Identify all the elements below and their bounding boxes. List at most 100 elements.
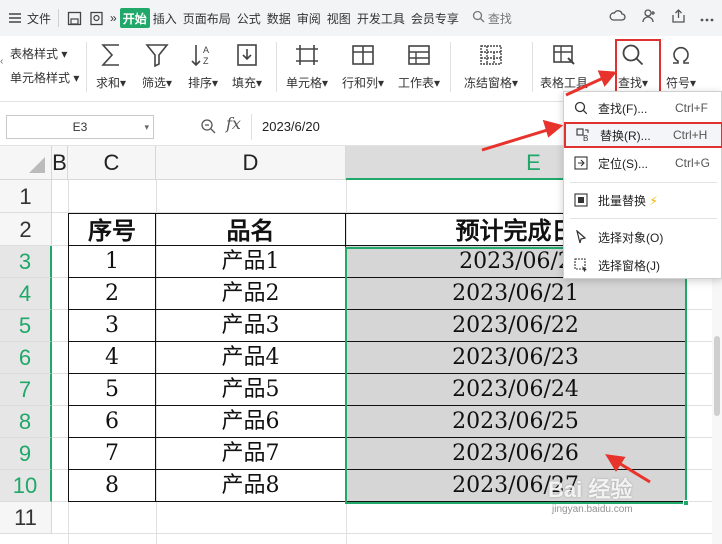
omega-icon: [664, 38, 698, 72]
watermark-brand: Bai 经验: [548, 477, 633, 502]
cell-c7[interactable]: 5: [68, 374, 156, 406]
menu-icon: [7, 10, 23, 26]
menu-item-selection-pane[interactable]: 选择窗格(J): [564, 252, 722, 278]
formula-input[interactable]: 2023/6/20: [251, 114, 571, 140]
menu-item-label: 替换(R)...: [600, 128, 651, 143]
cell-d8[interactable]: 产品6: [156, 406, 346, 438]
hamburger-menu-button[interactable]: 文件: [4, 0, 54, 36]
header-cell-c[interactable]: 序号: [68, 213, 156, 246]
scrollbar-thumb[interactable]: [714, 336, 720, 416]
sheet-button[interactable]: 工作表▾: [398, 38, 440, 98]
menu-item-replace[interactable]: B 替换(R)... Ctrl+H: [564, 122, 722, 148]
chevron-down-icon: ▾: [61, 47, 68, 61]
cell-c3[interactable]: 1: [68, 246, 156, 278]
row-header-8[interactable]: 8: [0, 406, 52, 438]
row-header-1[interactable]: 1: [0, 180, 52, 213]
cell-c9[interactable]: 7: [68, 438, 156, 470]
menu-item-goto[interactable]: 定位(S)... Ctrl+G: [564, 150, 722, 176]
table-style-button[interactable]: 表格样式 ▾: [0, 42, 84, 66]
row-header-10[interactable]: 10: [0, 470, 52, 502]
cell-d7[interactable]: 产品5: [156, 374, 346, 406]
table-tools-button[interactable]: 表格工具: [540, 38, 588, 98]
freeze-panes-button[interactable]: 冻结窗格▾: [464, 38, 518, 98]
row-header-5[interactable]: 5: [0, 310, 52, 342]
cell-c10[interactable]: 8: [68, 470, 156, 502]
tab-home[interactable]: 开始: [119, 8, 150, 28]
tab-data[interactable]: 数据: [264, 0, 294, 36]
cell-d9[interactable]: 产品7: [156, 438, 346, 470]
cell-c5[interactable]: 3: [68, 310, 156, 342]
row-header-3[interactable]: 3: [0, 246, 52, 278]
row-header-11[interactable]: 11: [0, 502, 52, 534]
row-header-7[interactable]: 7: [0, 374, 52, 406]
cell-d5[interactable]: 产品3: [156, 310, 346, 342]
column-header-d[interactable]: D: [156, 146, 346, 180]
chevron-down-icon: ▾: [144, 122, 149, 132]
filter-button[interactable]: 筛选▾: [140, 38, 174, 98]
menu-search[interactable]: 查找: [472, 10, 512, 27]
column-header-b[interactable]: B: [52, 146, 68, 180]
tab-insert[interactable]: 插入: [150, 0, 180, 36]
tab-page-layout[interactable]: 页面布局: [180, 0, 234, 36]
cell-d10[interactable]: 产品8: [156, 470, 346, 502]
cell-e10[interactable]: 2023/06/27: [346, 470, 686, 502]
find-dropdown-menu: 查找(F)... Ctrl+F B 替换(R)... Ctrl+H 定位(S).…: [563, 91, 722, 279]
search-icon: [472, 10, 485, 26]
tab-view[interactable]: 视图: [324, 0, 354, 36]
tab-formula[interactable]: 公式: [234, 0, 264, 36]
cell-c4[interactable]: 2: [68, 278, 156, 310]
column-header-c[interactable]: C: [68, 146, 156, 180]
row-header-9[interactable]: 9: [0, 438, 52, 470]
row-header-6[interactable]: 6: [0, 342, 52, 374]
cell-e6[interactable]: 2023/06/23: [346, 342, 686, 374]
row-col-icon: [346, 38, 380, 72]
cell-e7[interactable]: 2023/06/24: [346, 374, 686, 406]
fill-label: 填充: [231, 76, 256, 90]
select-all-corner[interactable]: [0, 146, 52, 180]
row-header-2[interactable]: 2: [0, 213, 52, 246]
more-options-icon[interactable]: [700, 11, 714, 25]
ribbon-style-stack: 表格样式 ▾ 单元格样式 ▾: [0, 42, 84, 90]
cell-d4[interactable]: 产品2: [156, 278, 346, 310]
cell-e4[interactable]: 2023/06/21: [346, 278, 686, 310]
collaborate-icon[interactable]: [641, 8, 657, 27]
cloud-sync-icon[interactable]: [609, 8, 627, 27]
cell-d6[interactable]: 产品4: [156, 342, 346, 374]
find-button-highlight: [615, 39, 661, 93]
symbol-button[interactable]: 符号▾: [664, 38, 698, 98]
fx-icon[interactable]: fx: [226, 114, 241, 133]
zoom-icon[interactable]: [200, 118, 216, 137]
tab-developer[interactable]: 开发工具: [354, 0, 408, 36]
name-box[interactable]: E3 ▾: [6, 115, 154, 139]
cell-e9[interactable]: 2023/06/26: [346, 438, 686, 470]
cell-e5[interactable]: 2023/06/22: [346, 310, 686, 342]
cell-e8[interactable]: 2023/06/25: [346, 406, 686, 438]
menu-item-find[interactable]: 查找(F)... Ctrl+F: [564, 95, 722, 121]
search-icon: [564, 101, 598, 115]
more-tabs-button[interactable]: »: [107, 0, 120, 36]
cell-c6[interactable]: 4: [68, 342, 156, 374]
tab-review[interactable]: 审阅: [294, 0, 324, 36]
header-cell-d[interactable]: 品名: [156, 213, 346, 246]
row-col-label: 行和列: [342, 76, 379, 90]
svg-text:B: B: [583, 134, 588, 142]
menu-item-batch-replace[interactable]: 批量替换 ⚡: [564, 187, 722, 213]
menu-bar: 文件 » 开始 插入 页面布局 公式 数据 审阅 视图 开发工具 会员专享 查找: [0, 0, 722, 36]
row-header-4[interactable]: 4: [0, 278, 52, 310]
row-col-button[interactable]: 行和列▾: [342, 38, 384, 98]
cell-style-button[interactable]: 单元格样式 ▾: [0, 66, 84, 90]
tab-member[interactable]: 会员专享: [408, 0, 462, 36]
cell-c8[interactable]: 6: [68, 406, 156, 438]
save-button[interactable]: [63, 0, 85, 36]
cell-button[interactable]: 单元格▾: [286, 38, 328, 98]
cell-d3[interactable]: 产品1: [156, 246, 346, 278]
sort-button[interactable]: AZ 排序▾: [186, 38, 220, 98]
ribbon-separator: [450, 42, 451, 92]
symbol-label: 符号: [665, 76, 690, 90]
fill-button[interactable]: 填充▾: [230, 38, 264, 98]
svg-text:A: A: [203, 45, 209, 55]
sum-button[interactable]: 求和▾: [94, 38, 128, 98]
share-icon[interactable]: [671, 8, 686, 27]
menu-item-select-object[interactable]: 选择对象(O): [564, 224, 722, 250]
print-preview-button[interactable]: [85, 0, 107, 36]
